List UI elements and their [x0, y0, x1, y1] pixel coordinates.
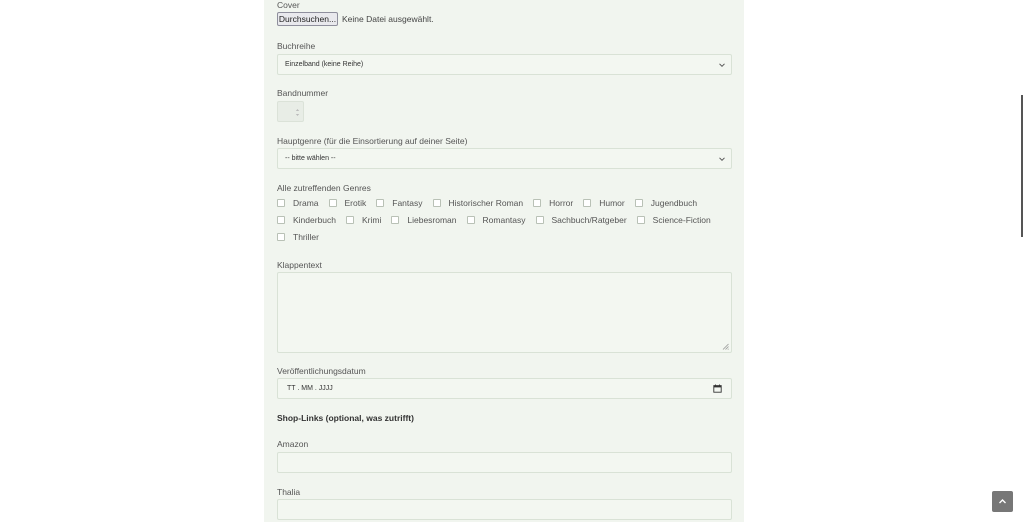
checkbox[interactable]	[533, 199, 542, 207]
genre-checkbox-item[interactable]: Science-Fiction	[636, 215, 711, 225]
checkbox[interactable]	[277, 216, 285, 224]
genre-checkbox-item[interactable]: Jugendbuch	[634, 198, 698, 208]
checkbox[interactable]	[277, 233, 285, 241]
date-placeholder: TT . MM . JJJJ	[287, 385, 333, 392]
checkbox[interactable]	[634, 199, 643, 207]
main-genre-label: Hauptgenre (für die Einsortierung auf de…	[277, 136, 468, 146]
genre-label: Drama	[293, 198, 319, 208]
release-date-label: Veröffentlichungsdatum	[277, 366, 366, 376]
genre-checkbox-item[interactable]: Romantasy	[466, 215, 526, 225]
genre-label: Erotik	[344, 198, 367, 208]
chevron-down-icon	[719, 63, 725, 68]
back-to-top-button[interactable]	[992, 491, 1013, 512]
checkbox[interactable]	[466, 216, 475, 224]
series-select-value: Einzelband (keine Reihe)	[285, 61, 364, 68]
genre-checkbox-item[interactable]: Krimi	[346, 215, 381, 225]
genre-row-1: Drama Erotik Fantasy Historischer Roman …	[277, 198, 707, 208]
genre-label: Romantasy	[482, 215, 526, 225]
scrollbar-thumb[interactable]	[1021, 95, 1023, 237]
amazon-label: Amazon	[277, 439, 309, 449]
checkbox[interactable]	[328, 199, 337, 207]
checkbox[interactable]	[391, 216, 400, 224]
thalia-input[interactable]	[277, 499, 732, 520]
spinner-arrows-icon[interactable]	[295, 107, 300, 118]
checkbox[interactable]	[277, 199, 285, 207]
genres-label: Alle zutreffenden Genres	[277, 183, 371, 193]
blurb-textarea[interactable]	[277, 272, 732, 353]
chevron-up-icon	[999, 499, 1006, 504]
series-label: Buchreihe	[277, 41, 316, 51]
genre-label: Liebesroman	[407, 215, 457, 225]
form-panel	[264, 0, 744, 522]
genre-label: Krimi	[362, 215, 382, 225]
genre-checkbox-item[interactable]: Thriller	[277, 232, 319, 242]
genre-label: Science-Fiction	[652, 215, 711, 225]
chevron-down-icon	[719, 157, 725, 162]
checkbox[interactable]	[636, 216, 645, 224]
genre-label: Thriller	[293, 232, 319, 242]
calendar-icon[interactable]	[713, 384, 722, 393]
resize-grip-icon[interactable]	[722, 343, 729, 350]
volume-number-input[interactable]	[277, 101, 304, 122]
genre-label: Historischer Roman	[448, 198, 524, 208]
genre-label: Horror	[549, 198, 574, 208]
genre-label: Fantasy	[392, 198, 423, 208]
genre-label: Sachbuch/Ratgeber	[551, 215, 627, 225]
genre-row-3: Thriller	[277, 232, 329, 242]
checkbox[interactable]	[583, 199, 592, 207]
main-genre-select-value: -- bitte wählen --	[285, 155, 336, 162]
blurb-label: Klappentext	[277, 260, 322, 270]
shop-links-heading: Shop-Links (optional, was zutrifft)	[277, 413, 414, 423]
genre-checkbox-item[interactable]: Humor	[583, 198, 625, 208]
genre-checkbox-item[interactable]: Kinderbuch	[277, 215, 336, 225]
genre-checkbox-item[interactable]: Fantasy	[376, 198, 423, 208]
genre-checkbox-item[interactable]: Sachbuch/Ratgeber	[535, 215, 627, 225]
series-select[interactable]: Einzelband (keine Reihe)	[277, 54, 732, 75]
main-genre-select[interactable]: -- bitte wählen --	[277, 148, 732, 169]
browse-button[interactable]: Durchsuchen...	[277, 12, 338, 26]
cover-label: Cover	[277, 0, 300, 10]
volume-label: Bandnummer	[277, 88, 329, 98]
thalia-label: Thalia	[277, 487, 301, 497]
genre-row-2: Kinderbuch Krimi Liebesroman Romantasy S…	[277, 215, 721, 225]
checkbox[interactable]	[535, 216, 544, 224]
genre-checkbox-item[interactable]: Historischer Roman	[432, 198, 524, 208]
amazon-input[interactable]	[277, 452, 732, 473]
genre-checkbox-item[interactable]: Erotik	[328, 198, 367, 208]
checkbox[interactable]	[346, 216, 355, 224]
genre-label: Kinderbuch	[293, 215, 337, 225]
checkbox[interactable]	[376, 199, 385, 207]
checkbox[interactable]	[432, 199, 441, 207]
genre-checkbox-item[interactable]: Liebesroman	[391, 215, 457, 225]
file-status-text: Keine Datei ausgewählt.	[342, 14, 434, 24]
genre-label: Humor	[599, 198, 625, 208]
genre-label: Jugendbuch	[650, 198, 698, 208]
genre-checkbox-item[interactable]: Drama	[277, 198, 319, 208]
release-date-input[interactable]: TT . MM . JJJJ	[277, 378, 732, 399]
genre-checkbox-item[interactable]: Horror	[533, 198, 573, 208]
